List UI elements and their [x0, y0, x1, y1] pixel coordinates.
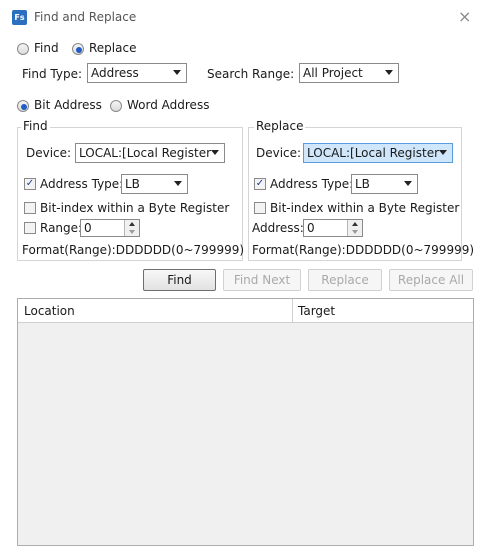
replace-bit-index-checkbox[interactable] — [254, 202, 266, 214]
find-address-type-select[interactable]: LB — [121, 174, 188, 194]
replace-address-value: 0 — [307, 221, 315, 235]
find-address-type-checkbox[interactable]: ✓ — [24, 178, 36, 190]
find-type-select[interactable]: Address — [87, 63, 187, 83]
find-bit-index-checkbox[interactable] — [24, 202, 36, 214]
app-icon: Fs — [12, 10, 27, 25]
replace-device-select[interactable]: LOCAL:[Local Register — [303, 143, 453, 163]
chevron-down-icon — [174, 181, 182, 186]
replace-all-button[interactable]: Replace All — [389, 269, 473, 291]
find-mode-label[interactable]: Find — [34, 40, 59, 56]
find-button[interactable]: Find — [143, 269, 216, 291]
search-range-label: Search Range: — [207, 67, 295, 81]
window-title: Find and Replace — [34, 10, 137, 24]
replace-mode-radio[interactable] — [72, 43, 84, 55]
replace-group-title: Replace — [254, 119, 306, 133]
find-range-value: 0 — [84, 221, 92, 235]
results-table-header: Location Target — [18, 299, 473, 323]
chevron-down-icon — [439, 150, 447, 155]
find-group-title: Find — [21, 119, 50, 133]
replace-bit-index-label: Bit-index within a Byte Register — [270, 201, 460, 215]
word-address-label[interactable]: Word Address — [127, 97, 209, 113]
chevron-down-icon — [211, 150, 219, 155]
replace-format-text: Format(Range):DDDDDD(0~799999) — [252, 243, 475, 257]
replace-mode-label[interactable]: Replace — [89, 40, 136, 56]
column-header-location[interactable]: Location — [24, 303, 75, 319]
replace-address-type-value: LB — [355, 177, 370, 191]
close-icon[interactable]: × — [458, 7, 471, 26]
word-address-radio[interactable] — [110, 100, 122, 112]
replace-address-spinner[interactable]: 0 — [303, 219, 363, 237]
chevron-down-icon — [173, 70, 181, 75]
replace-address-type-select[interactable]: LB — [351, 174, 418, 194]
find-range-checkbox[interactable] — [24, 222, 36, 234]
find-device-select[interactable]: LOCAL:[Local Register — [75, 143, 225, 163]
spinner-arrows-icon[interactable] — [124, 220, 139, 236]
find-range-label: Range: — [40, 221, 83, 235]
chevron-down-icon — [404, 181, 412, 186]
spinner-arrows-icon[interactable] — [347, 220, 362, 236]
find-type-label: Find Type: — [22, 67, 83, 81]
column-divider[interactable] — [292, 299, 293, 322]
search-range-value: All Project — [303, 66, 363, 80]
find-type-value: Address — [91, 66, 139, 80]
find-bit-index-label: Bit-index within a Byte Register — [40, 201, 230, 215]
replace-address-type-checkbox[interactable]: ✓ — [254, 178, 266, 190]
find-mode-radio[interactable] — [17, 43, 29, 55]
replace-device-label: Device: — [256, 146, 302, 160]
find-device-value: LOCAL:[Local Register — [79, 146, 212, 160]
find-format-text: Format(Range):DDDDDD(0~799999) — [22, 243, 245, 257]
find-address-type-value: LB — [125, 177, 140, 191]
chevron-down-icon — [385, 70, 393, 75]
search-range-select[interactable]: All Project — [299, 63, 399, 83]
find-address-type-label: Address Type: — [40, 177, 124, 191]
column-header-target[interactable]: Target — [298, 303, 335, 319]
bit-address-radio[interactable] — [17, 100, 29, 112]
results-table[interactable]: Location Target — [17, 298, 474, 546]
replace-address-type-label: Address Type: — [270, 177, 354, 191]
replace-address-label: Address: — [252, 221, 304, 235]
find-range-spinner[interactable]: 0 — [80, 219, 140, 237]
replace-button[interactable]: Replace — [308, 269, 382, 291]
replace-device-value: LOCAL:[Local Register — [307, 146, 440, 160]
find-device-label: Device: — [26, 146, 72, 160]
bit-address-label[interactable]: Bit Address — [34, 97, 102, 113]
find-next-button[interactable]: Find Next — [223, 269, 301, 291]
